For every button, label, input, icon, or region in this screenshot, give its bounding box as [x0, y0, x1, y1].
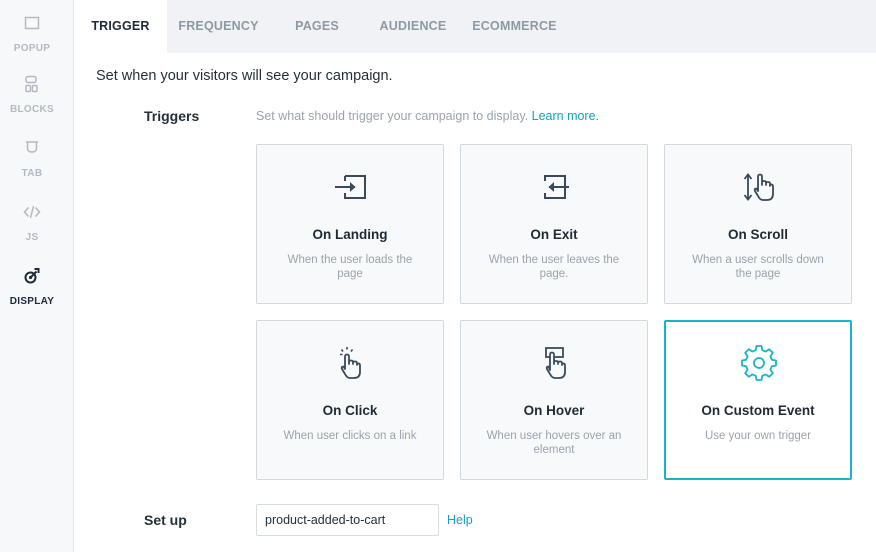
- setup-event-input[interactable]: [256, 504, 439, 536]
- click-icon: [340, 347, 361, 379]
- sidebar-item-label: TAB: [21, 168, 43, 179]
- triggers-label: Triggers: [144, 108, 200, 124]
- setup-label: Set up: [144, 512, 187, 528]
- tab-frequency[interactable]: FREQUENCY: [167, 0, 270, 53]
- sidebar-item-display[interactable]: DISPLAY: [0, 267, 64, 309]
- trigger-card-on-custom-event[interactable]: On Custom Event Use your own trigger: [664, 320, 852, 480]
- trigger-card-on-scroll[interactable]: On Scroll When a user scrolls down the p…: [664, 144, 852, 304]
- card-subtitle: Use your own trigger: [704, 430, 812, 442]
- help-link[interactable]: Help: [447, 513, 473, 527]
- card-title: On Custom Event: [701, 403, 815, 418]
- tab-ecommerce[interactable]: ECOMMERCE: [462, 0, 567, 53]
- card-subtitle: When user hovers over an element: [486, 430, 622, 456]
- tab-trigger[interactable]: TRIGGER: [74, 0, 167, 53]
- sidebar-item-label: DISPLAY: [9, 296, 55, 307]
- card-subtitle: When the user leaves the page.: [488, 254, 620, 280]
- tab-audience[interactable]: AUDIENCE: [364, 0, 462, 53]
- sidebar-item-blocks[interactable]: BLOCKS: [0, 75, 64, 117]
- tab-icon: [26, 141, 38, 153]
- triggers-description: Set what should trigger your campaign to…: [256, 109, 599, 123]
- card-title: On Landing: [312, 227, 388, 242]
- hover-icon: [545, 347, 566, 379]
- sidebar-item-label: JS: [25, 232, 39, 243]
- card-subtitle: When a user scrolls down the page: [692, 254, 824, 280]
- popup-icon: [24, 16, 40, 30]
- exit-icon: [544, 175, 569, 199]
- learn-more-link[interactable]: Learn more.: [532, 109, 599, 123]
- code-icon: [23, 205, 41, 219]
- triggers-description-text: Set what should trigger your campaign to…: [256, 109, 529, 123]
- scroll-icon: [743, 173, 774, 201]
- card-title: On Click: [322, 403, 378, 418]
- sidebar-item-tab[interactable]: TAB: [0, 139, 64, 181]
- sidebar-item-popup[interactable]: POPUP: [0, 14, 64, 56]
- tab-pages[interactable]: PAGES: [270, 0, 364, 53]
- trigger-card-on-hover[interactable]: On Hover When user hovers over an elemen…: [460, 320, 648, 480]
- card-title: On Hover: [523, 403, 585, 418]
- card-title: On Exit: [530, 227, 578, 242]
- card-subtitle: When user clicks on a link: [283, 430, 417, 442]
- trigger-card-on-click[interactable]: On Click When user clicks on a link: [256, 320, 444, 480]
- enter-icon: [335, 175, 366, 199]
- gear-icon: [741, 345, 777, 381]
- sidebar-item-label: BLOCKS: [9, 104, 55, 115]
- card-title: On Scroll: [727, 227, 788, 242]
- trigger-card-on-exit[interactable]: On Exit When the user leaves the page.: [460, 144, 648, 304]
- blocks-icon: [25, 75, 38, 93]
- sidebar-item-label: POPUP: [13, 43, 51, 54]
- sidebar-item-js[interactable]: JS: [0, 203, 64, 245]
- sidebar: POPUP BLOCKS TAB JS DISPLAY: [0, 0, 74, 552]
- page-intro: Set when your visitors will see your cam…: [96, 68, 393, 84]
- card-subtitle: When the user loads the page: [287, 254, 413, 280]
- display-icon: [24, 268, 40, 284]
- tab-bar: TRIGGER FREQUENCY PAGES AUDIENCE ECOMMER…: [74, 0, 876, 53]
- trigger-card-on-landing[interactable]: On Landing When the user loads the page: [256, 144, 444, 304]
